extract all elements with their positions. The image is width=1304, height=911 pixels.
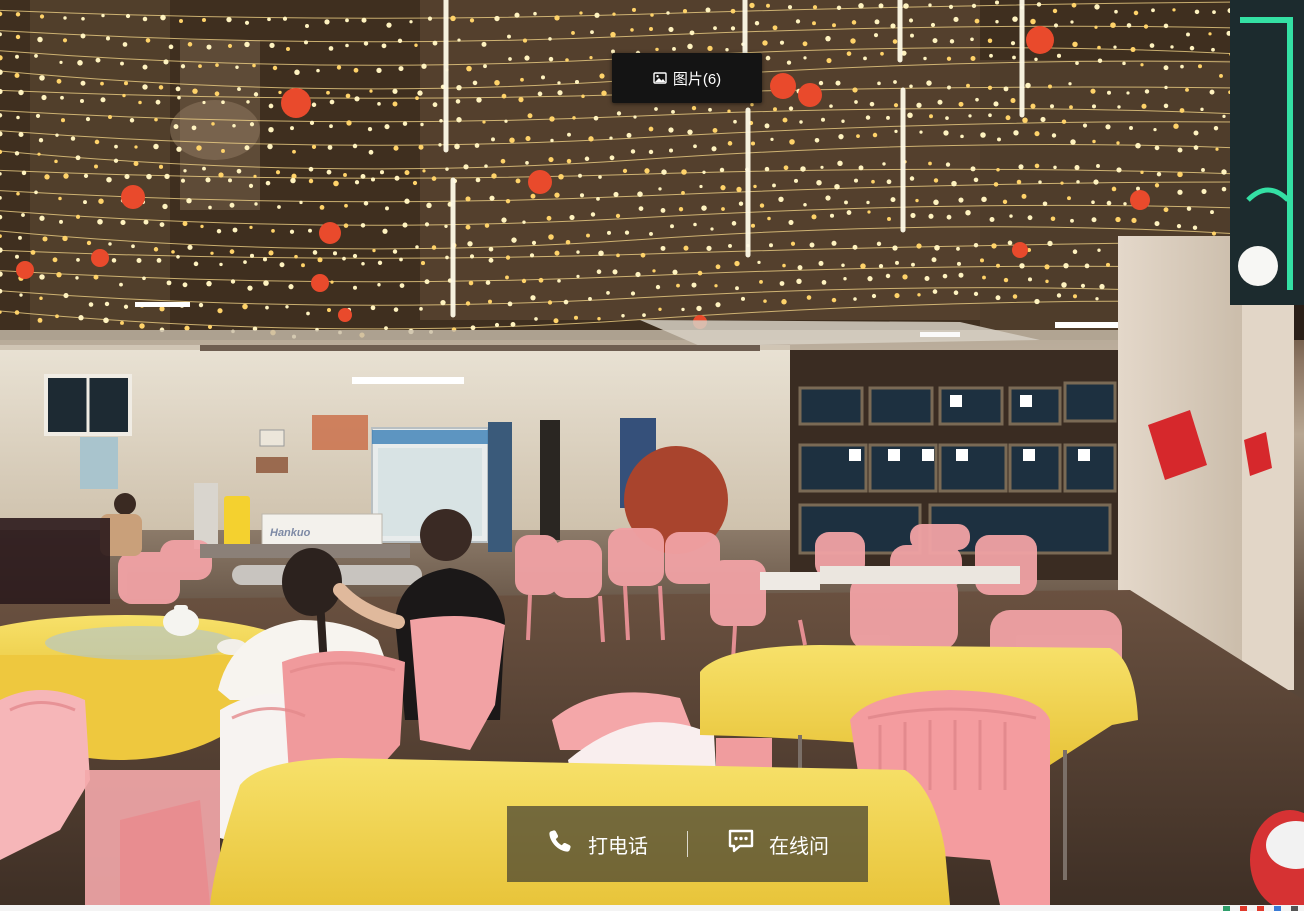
strip-icon-5 (1291, 905, 1298, 911)
strip-icon-3 (1257, 905, 1264, 911)
bottom-status-strip (0, 905, 1304, 911)
chat-label: 在线问 (769, 835, 829, 858)
status-strip-icons (1223, 905, 1298, 911)
gallery-count-label: 图片(6) (672, 70, 722, 88)
phone-icon (546, 827, 574, 861)
contact-action-bar: 打电话 在线问 (507, 806, 868, 882)
strip-icon-2 (1240, 905, 1247, 911)
chat-button[interactable]: 在线问 (688, 806, 868, 882)
call-label: 打电话 (588, 835, 648, 858)
restaurant-photo[interactable]: Hankuo (0, 0, 1304, 905)
call-button[interactable]: 打电话 (507, 806, 687, 882)
page: Hankuo 图片(6) 打电话 在线问 (0, 0, 1304, 911)
image-icon (653, 71, 667, 85)
photo-scene: Hankuo (0, 0, 1304, 905)
fridge-brand-text: Hankuo (270, 527, 311, 539)
gallery-count-badge[interactable]: 图片(6) (612, 53, 762, 103)
strip-icon-1 (1223, 905, 1230, 911)
chat-icon (727, 827, 755, 861)
strip-icon-4 (1274, 905, 1281, 911)
